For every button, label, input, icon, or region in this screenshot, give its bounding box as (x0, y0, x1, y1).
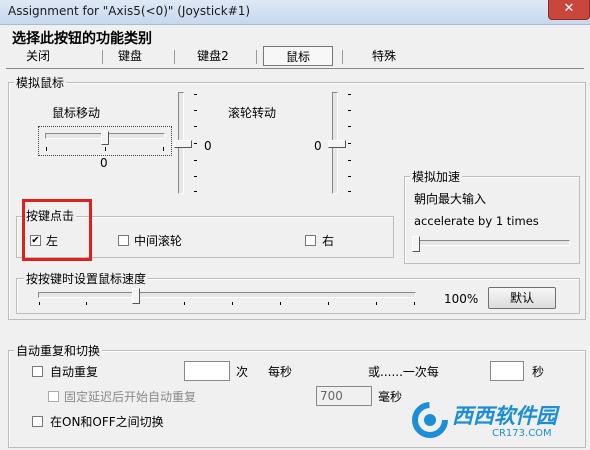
fixed-delay-checkbox[interactable] (48, 391, 59, 402)
fixed-delay-label: 固定延迟后开始自动重复 (64, 390, 197, 404)
acceleration-thumb[interactable] (412, 236, 420, 252)
acceleration-line1: 朝向最大输入 (414, 192, 487, 206)
mouse-move-slider[interactable] (38, 126, 172, 156)
per-second-label: 每秒 (268, 365, 293, 379)
wheel-label: 滚轮转动 (228, 106, 277, 120)
tab-separator (174, 50, 175, 64)
window-title: Assignment for "Axis5(<0)" (Joystick#1) (8, 4, 251, 18)
right-click-checkbox[interactable] (305, 235, 316, 246)
mouse-emulation-label: 模拟鼠标 (14, 74, 67, 91)
toggle-label: 在ON和OFF之间切换 (50, 415, 164, 429)
tab-mouse[interactable]: 鼠标 (263, 46, 333, 66)
red-highlight-box (22, 199, 92, 261)
wheel-value: 0 (314, 139, 322, 153)
mouse-move-value: 0 (100, 156, 108, 170)
speed-percent: 100% (444, 292, 479, 306)
ms-unit: 毫秒 (378, 390, 403, 404)
tab-separator (102, 50, 103, 64)
auto-repeat-group-label: 自动重复和切换 (14, 342, 103, 359)
speed-thumb[interactable] (132, 288, 140, 304)
times-input[interactable] (184, 361, 230, 381)
seconds-input[interactable] (490, 361, 524, 381)
tab-separator (342, 50, 343, 64)
section-title: 选择此按钮的功能类别 (12, 31, 152, 47)
tab-separator (256, 50, 257, 64)
acceleration-label: 模拟加速 (410, 168, 463, 185)
close-button[interactable]: ✕ (548, 0, 590, 20)
right-click-label: 右 (322, 234, 335, 248)
auto-repeat-label: 自动重复 (50, 365, 99, 379)
wheel-thumb[interactable] (328, 140, 346, 148)
speed-slider[interactable] (36, 288, 420, 308)
tab-bar: 关闭 键盘 键盘2 鼠标 特殊 (6, 46, 584, 69)
vertical-mouse-thumb[interactable] (174, 140, 192, 148)
tab-keyboard[interactable]: 键盘 (110, 46, 150, 66)
acceleration-line2: accelerate by 1 times (414, 214, 539, 228)
tab-off[interactable]: 关闭 (18, 46, 58, 66)
title-bar: Assignment for "Axis5(<0)" (Joystick#1) … (0, 0, 590, 25)
middle-click-label: 中间滚轮 (134, 234, 183, 248)
tab-special[interactable]: 特殊 (362, 46, 406, 66)
watermark-logo-icon (412, 402, 448, 438)
or-once-every-label: 或......一次每 (368, 365, 439, 379)
middle-click-checkbox[interactable] (118, 235, 129, 246)
wheel-slider[interactable] (328, 88, 354, 196)
mouse-move-thumb[interactable] (101, 131, 109, 145)
default-button[interactable]: 默认 (488, 287, 556, 309)
vertical-mouse-value: 0 (204, 139, 212, 153)
watermark-brand: 西西软件园 (452, 404, 557, 428)
auto-repeat-checkbox[interactable] (32, 366, 43, 377)
acceleration-slider[interactable] (412, 236, 572, 256)
speed-label: 按按键时设置鼠标速度 (24, 270, 149, 287)
delay-input[interactable]: 700 (316, 386, 372, 406)
times-unit: 次 (236, 365, 249, 379)
vertical-mouse-slider[interactable] (174, 88, 200, 196)
toggle-checkbox[interactable] (32, 416, 43, 427)
seconds-unit: 秒 (532, 365, 545, 379)
tab-keyboard2[interactable]: 键盘2 (188, 46, 238, 66)
watermark-url: CR173.COM (492, 428, 552, 439)
watermark: 西西软件园 CR173.COM (410, 396, 586, 444)
mouse-move-label: 鼠标移动 (52, 106, 101, 120)
